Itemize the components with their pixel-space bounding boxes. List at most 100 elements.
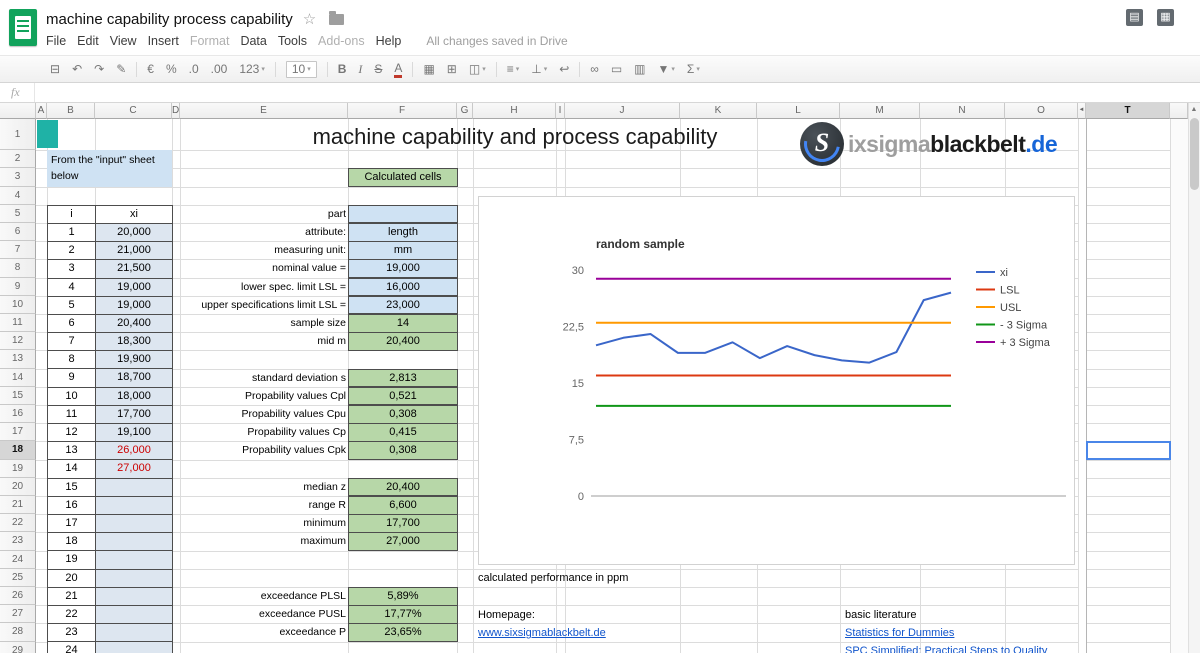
param-value-mid-m[interactable]: 20,400 — [348, 332, 458, 351]
literature-link-1[interactable]: Statistics for Dummies — [845, 624, 954, 642]
param-value-sample-size[interactable]: 14 — [348, 314, 458, 333]
col-header-B[interactable]: B — [47, 103, 95, 119]
row-header-10[interactable]: 10 — [0, 295, 36, 314]
cell-i-9[interactable]: 9 — [48, 369, 96, 388]
cell-i-19[interactable]: 19 — [48, 551, 96, 570]
row-header-29[interactable]: 29 — [0, 641, 36, 653]
menu-file[interactable]: File — [46, 34, 66, 48]
col-header-G[interactable]: G — [457, 103, 473, 119]
param-label-maximum[interactable]: maximum — [140, 532, 348, 550]
col-header-A[interactable]: A — [36, 103, 47, 119]
cell-i-23[interactable]: 23 — [48, 624, 96, 643]
row-header-11[interactable]: 11 — [0, 314, 36, 333]
cell-i-18[interactable]: 18 — [48, 533, 96, 552]
redo-icon[interactable]: ↷ — [94, 62, 104, 76]
cell-i-21[interactable]: 21 — [48, 587, 96, 606]
param-label-attribute[interactable]: attribute: — [140, 223, 348, 241]
cell-i-5[interactable]: 5 — [48, 296, 96, 315]
vertical-align-icon[interactable]: ⊥ ▾ — [531, 62, 547, 76]
formula-input[interactable] — [34, 83, 1195, 102]
param-label-lower-spec-limit-lsl[interactable]: lower spec. limit LSL = — [140, 278, 348, 296]
menu-addons[interactable]: Add-ons — [318, 34, 365, 48]
param-label-nominal-value[interactable]: nominal value = — [140, 259, 348, 277]
table-header-i[interactable]: i — [48, 205, 96, 224]
cell-i-3[interactable]: 3 — [48, 260, 96, 279]
sheet-title-cell[interactable]: machine capability and process capabilit… — [200, 124, 830, 150]
sixsigmablackbelt-logo[interactable]: S ixsigmablackbelt.de — [796, 118, 1058, 170]
strikethrough-icon[interactable]: S — [374, 62, 382, 76]
row-header-13[interactable]: 13 — [0, 350, 36, 369]
insert-chart-icon[interactable]: ▥ — [634, 62, 645, 76]
scroll-thumb[interactable] — [1189, 118, 1199, 190]
italic-icon[interactable]: I — [358, 62, 362, 77]
print-icon[interactable]: ⊟ — [50, 62, 60, 76]
row-header-17[interactable]: 17 — [0, 423, 36, 442]
param-value-attribute[interactable]: length — [348, 223, 458, 242]
param-value-standard-deviation-s[interactable]: 2,813 — [348, 368, 458, 388]
col-header-K[interactable]: K — [680, 103, 757, 119]
col-header-T[interactable]: T — [1086, 103, 1170, 119]
col-header-M[interactable]: M — [840, 103, 920, 119]
row-header-14[interactable]: 14 — [0, 368, 36, 387]
row-header-27[interactable]: 27 — [0, 605, 36, 624]
param-label-propability-values-cpu[interactable]: Propability values Cpu — [140, 405, 348, 423]
document-title[interactable]: machine capability process capability — [46, 11, 293, 28]
param-label-exceedance-plsl[interactable]: exceedance PLSL — [140, 587, 348, 605]
cell-i-15[interactable]: 15 — [48, 478, 96, 497]
menu-help[interactable]: Help — [376, 34, 402, 48]
number-format-icon[interactable]: 123 ▾ — [239, 62, 265, 76]
row-header-22[interactable]: 22 — [0, 514, 36, 533]
cell-i-2[interactable]: 2 — [48, 242, 96, 261]
col-header-J[interactable]: J — [565, 103, 680, 119]
row-header-7[interactable]: 7 — [0, 241, 36, 260]
row-header-26[interactable]: 26 — [0, 587, 36, 606]
param-value-maximum[interactable]: 27,000 — [348, 532, 458, 551]
row-header-4[interactable]: 4 — [0, 186, 36, 205]
embedded-chart[interactable]: 0 7,5 15 22,5 30 random sample xi LSL USL - 3 Sig… — [478, 196, 1075, 565]
literature-link-2[interactable]: SPC Simplified: Practical Steps to Quali… — [845, 642, 1047, 653]
cell-i-22[interactable]: 22 — [48, 605, 96, 625]
param-label-propability-values-cpk[interactable]: Propability values Cpk — [140, 441, 348, 459]
row-header-5[interactable]: 5 — [0, 204, 36, 223]
col-header-H[interactable]: H — [473, 103, 556, 119]
param-value-propability-values-cp[interactable]: 0,415 — [348, 423, 458, 442]
cell-i-14[interactable]: 14 — [48, 460, 96, 479]
menu-tools[interactable]: Tools — [278, 34, 307, 48]
param-label-upper-specifications-limit-lsl[interactable]: upper specifications limit LSL = — [140, 296, 348, 314]
paint-format-icon[interactable]: ✎ — [116, 62, 126, 76]
functions-icon[interactable]: Σ ▾ — [687, 62, 700, 76]
homepage-label[interactable]: Homepage: — [478, 606, 535, 624]
row-header-21[interactable]: 21 — [0, 496, 36, 515]
sheets-logo-icon[interactable] — [9, 9, 37, 46]
pane-scroll-left-icon[interactable]: ◄ — [1078, 103, 1086, 119]
insert-comment-icon[interactable]: ▭ — [611, 62, 622, 76]
col-header-C[interactable]: C — [95, 103, 172, 119]
input-note-cell[interactable]: From the "input" sheet below — [47, 150, 172, 187]
corner-cell[interactable] — [0, 103, 36, 119]
borders-icon[interactable]: ⊞ — [447, 62, 457, 76]
cell-i-17[interactable]: 17 — [48, 514, 96, 534]
literature-label[interactable]: basic literature — [845, 606, 917, 624]
param-value-minimum[interactable]: 17,700 — [348, 514, 458, 533]
insert-link-icon[interactable]: ∞ — [590, 62, 599, 76]
row-header-15[interactable]: 15 — [0, 386, 36, 405]
param-value-exceedance-plsl[interactable]: 5,89% — [348, 587, 458, 606]
cell-i-10[interactable]: 10 — [48, 387, 96, 406]
filter-icon[interactable]: ▼ ▾ — [658, 62, 675, 76]
increase-decimals-icon[interactable]: .00 — [211, 62, 228, 76]
menu-insert[interactable]: Insert — [148, 34, 179, 48]
selected-cell-outline[interactable] — [1086, 441, 1171, 460]
cell-i-16[interactable]: 16 — [48, 496, 96, 515]
row-header-24[interactable]: 24 — [0, 550, 36, 569]
cell-i-8[interactable]: 8 — [48, 351, 96, 370]
col-header-D[interactable]: D — [172, 103, 180, 119]
cell-i-7[interactable]: 7 — [48, 333, 96, 352]
undo-icon[interactable]: ↶ — [72, 62, 82, 76]
row-header-25[interactable]: 25 — [0, 568, 36, 587]
decrease-decimals-icon[interactable]: .0 — [189, 62, 199, 76]
font-size-select[interactable]: 10 ▾ — [285, 60, 317, 78]
row-header-18[interactable]: 18 — [0, 441, 36, 460]
menu-view[interactable]: View — [110, 34, 137, 48]
text-wrap-icon[interactable]: ↩ — [559, 62, 569, 76]
row-header-12[interactable]: 12 — [0, 332, 36, 351]
